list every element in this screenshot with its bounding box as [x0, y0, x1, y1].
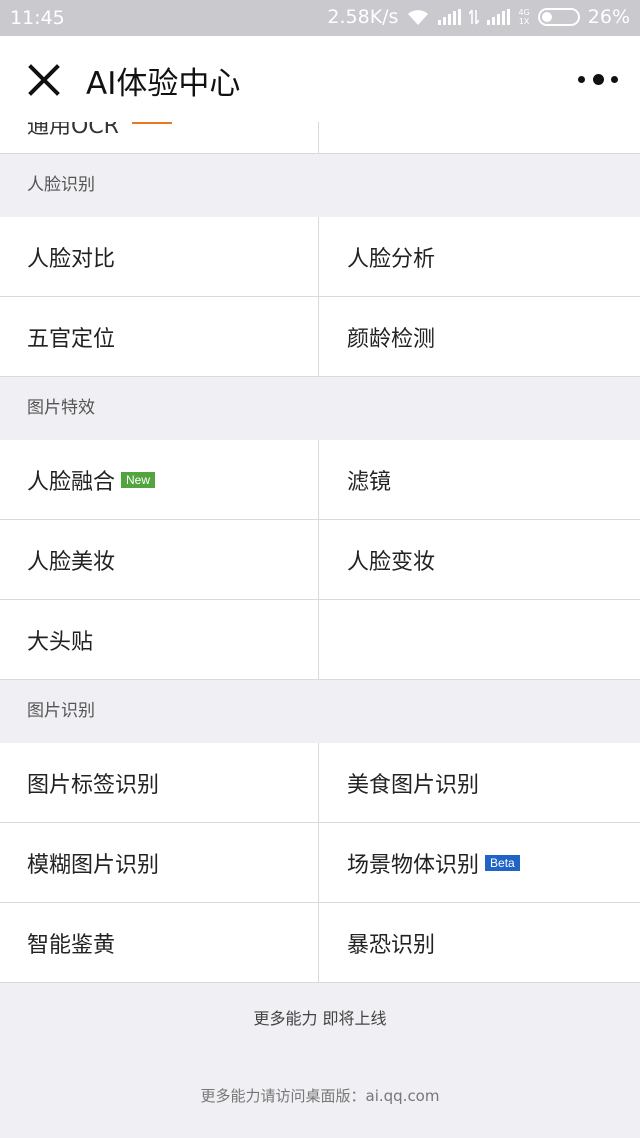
list-item-label: 人脸对比: [27, 246, 116, 272]
beta-badge: Beta: [485, 854, 520, 871]
list-item-label: 颜龄检测: [347, 326, 436, 352]
partial-row: 通用OCR: [0, 122, 640, 154]
accent-underline: [132, 122, 172, 124]
list-item[interactable]: 人脸分析: [319, 217, 640, 297]
list-item-label: 大头贴: [27, 629, 94, 655]
new-badge: New: [121, 471, 156, 488]
list-item-label: 暴恐识别: [347, 932, 436, 958]
list-item[interactable]: 智能鉴黄: [0, 903, 319, 983]
status-right: 2.58K/s 4G 1X 26%: [327, 6, 630, 28]
network-type-label: 4G 1X: [518, 8, 529, 26]
more-coming-text: 更多能力 即将上线: [253, 1009, 387, 1028]
list-item-label: 美食图片识别: [347, 772, 480, 798]
section-image-recognition: 图片识别 图片标签识别 美食图片识别 模糊图片识别 场景物体识别 Beta 智能…: [0, 680, 640, 983]
section-header: 图片特效: [0, 377, 640, 440]
nav-bar: AI体验中心: [0, 36, 640, 122]
page-title: AI体验中心: [86, 66, 241, 102]
list-item[interactable]: 人脸美妆: [0, 520, 319, 600]
desktop-hint-text: 更多能力请访问桌面版：ai.qq.com: [200, 1087, 440, 1105]
capability-list: 通用OCR 人脸识别 人脸对比 人脸分析 五官定位 颜龄检测 图片特效 人脸融合…: [0, 122, 640, 1106]
list-item-label: 通用OCR: [27, 122, 119, 139]
list-item-label: 人脸美妆: [27, 549, 116, 575]
close-icon[interactable]: [24, 60, 64, 100]
section-face-recognition: 人脸识别 人脸对比 人脸分析 五官定位 颜龄检测: [0, 154, 640, 377]
list-item-label: 人脸变妆: [347, 549, 436, 575]
list-item-label: 场景物体识别: [347, 852, 480, 878]
list-item[interactable]: 美食图片识别: [319, 743, 640, 823]
list-item[interactable]: 人脸对比: [0, 217, 319, 297]
list-item[interactable]: 大头贴: [0, 600, 319, 680]
data-transfer-icon: [469, 9, 480, 25]
network-type-bottom: 1X: [518, 17, 530, 26]
list-item-partial[interactable]: 通用OCR: [0, 122, 319, 153]
status-time: 11:45: [10, 7, 65, 29]
list-item[interactable]: 人脸变妆: [319, 520, 640, 600]
list-item[interactable]: 图片标签识别: [0, 743, 319, 823]
more-options-icon[interactable]: [578, 64, 618, 94]
section-header: 图片识别: [0, 680, 640, 743]
battery-percent: 26%: [587, 6, 630, 28]
list-item-label: 模糊图片识别: [27, 852, 160, 878]
list-item[interactable]: 颜龄检测: [319, 297, 640, 377]
section-image-effects: 图片特效 人脸融合 New 滤镜 人脸美妆 人脸变妆 大头贴: [0, 377, 640, 680]
section-grid: 图片标签识别 美食图片识别 模糊图片识别 场景物体识别 Beta 智能鉴黄 暴恐…: [0, 743, 640, 983]
signal-secondary-icon: [487, 9, 511, 25]
network-type-top: 4G: [518, 8, 530, 17]
list-item-label: 人脸融合: [27, 469, 116, 495]
list-item-label: 智能鉴黄: [27, 932, 116, 958]
wifi-icon: [408, 10, 429, 25]
list-item-label: 滤镜: [347, 469, 392, 495]
signal-icon: [438, 9, 462, 25]
section-header: 人脸识别: [0, 154, 640, 217]
list-item[interactable]: 五官定位: [0, 297, 319, 377]
list-item-label: 人脸分析: [347, 246, 436, 272]
battery-icon: [537, 8, 580, 26]
empty-cell: [319, 600, 640, 680]
list-item[interactable]: 模糊图片识别: [0, 823, 319, 903]
section-grid: 人脸对比 人脸分析 五官定位 颜龄检测: [0, 217, 640, 377]
list-item-label: 五官定位: [27, 326, 116, 352]
list-item[interactable]: 人脸融合 New: [0, 440, 319, 520]
network-speed: 2.58K/s: [327, 6, 399, 28]
list-item[interactable]: 暴恐识别: [319, 903, 640, 983]
list-item[interactable]: 场景物体识别 Beta: [319, 823, 640, 903]
status-bar: 11:45 2.58K/s 4G 1X 26%: [0, 0, 640, 36]
list-item-label: 图片标签识别: [27, 772, 160, 798]
footer: 更多能力 即将上线 更多能力请访问桌面版：ai.qq.com: [0, 1005, 640, 1106]
section-grid: 人脸融合 New 滤镜 人脸美妆 人脸变妆 大头贴: [0, 440, 640, 680]
list-item[interactable]: 滤镜: [319, 440, 640, 520]
